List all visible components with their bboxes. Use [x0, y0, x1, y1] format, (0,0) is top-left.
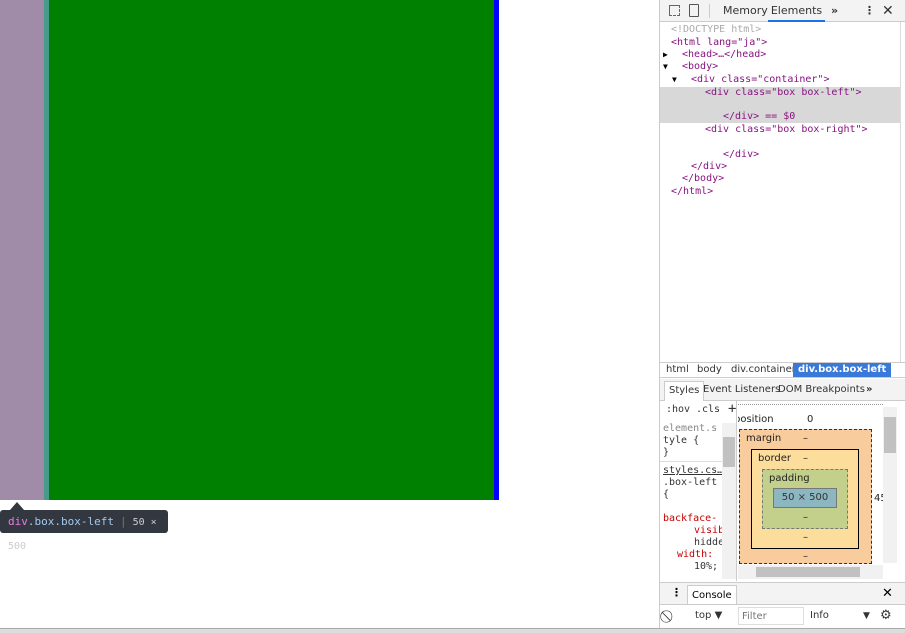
window-bottom-border: [0, 628, 905, 633]
padding-bottom: –: [803, 512, 808, 523]
box-right-border: [494, 0, 499, 500]
margin-label: margin: [746, 433, 782, 444]
dom-node[interactable]: </div> == $0: [723, 111, 905, 123]
style-property[interactable]: width:: [677, 549, 713, 560]
dom-node[interactable]: </html>: [671, 186, 905, 198]
console-drawer: ⋮ Console ✕ ⃠ top ▼ Info ▼ ⚙: [660, 582, 905, 628]
dom-node[interactable]: <div class="box box-right">: [705, 124, 905, 136]
dom-node[interactable]: <div class="container">: [691, 74, 905, 86]
style-property[interactable]: visib: [694, 525, 724, 536]
breadcrumb-box-left[interactable]: div.box.box-left: [793, 363, 892, 377]
tooltip-class: .box.box-left: [27, 515, 114, 528]
boxmodel-vscrollbar[interactable]: [883, 407, 897, 563]
dom-node[interactable]: <div class="box box-left">: [705, 87, 905, 99]
breadcrumb-body[interactable]: body: [697, 363, 722, 377]
border-bottom: –: [803, 532, 808, 543]
tab-styles[interactable]: Styles: [664, 381, 705, 401]
padding-label: padding: [769, 473, 810, 484]
page-viewport: div.box.box-left | 50 × 500: [0, 0, 659, 633]
dom-node[interactable]: </body>: [682, 173, 905, 185]
dom-node[interactable]: </div>: [691, 161, 905, 173]
dom-node[interactable]: <html lang="ja">: [671, 37, 905, 49]
style-line: tyle {: [663, 435, 700, 446]
tab-elements[interactable]: Elements: [768, 0, 825, 22]
padding-box: padding 50 × 500 –: [762, 469, 848, 529]
gear-icon[interactable]: ⚙: [880, 605, 892, 627]
style-value[interactable]: 10%;: [694, 561, 718, 572]
tab-console[interactable]: Console: [687, 585, 737, 605]
style-value[interactable]: hidde: [694, 537, 724, 548]
chevron-down-icon[interactable]: ▼: [863, 605, 870, 627]
margin-bottom: –: [803, 551, 808, 562]
context-select[interactable]: top ▼: [695, 605, 722, 627]
hov-toggle[interactable]: :hov: [666, 404, 690, 415]
devtools-panel: Memory Elements » ⋮ ✕ <!DOCTYPE html> <h…: [659, 0, 905, 633]
close-drawer-icon[interactable]: ✕: [882, 586, 893, 601]
more-subtabs-icon[interactable]: »: [866, 379, 872, 401]
border-box: border – padding 50 × 500 – –: [751, 449, 859, 549]
inspect-icon[interactable]: [669, 5, 680, 16]
tooltip-tag: div: [8, 515, 28, 528]
style-line: element.s: [663, 423, 718, 434]
styles-scrollbar[interactable]: [722, 423, 736, 579]
tab-memory[interactable]: Memory: [723, 0, 768, 22]
filter-input[interactable]: [738, 607, 804, 625]
cls-toggle[interactable]: .cls: [696, 404, 720, 415]
style-line: {: [663, 489, 670, 500]
divider: [660, 461, 722, 462]
add-rule-icon[interactable]: +: [728, 401, 736, 417]
position-label: position: [738, 414, 774, 425]
dom-tree: <!DOCTYPE html> <html lang="ja"> <head>……: [660, 24, 900, 364]
breadcrumb: html body div.container div.box.box-left: [660, 362, 905, 378]
close-icon[interactable]: ✕: [882, 0, 894, 22]
divider: [709, 4, 710, 18]
dom-node[interactable]: <!DOCTYPE html>: [671, 24, 905, 36]
devtools-toolbar: Memory Elements » ⋮ ✕: [660, 0, 905, 22]
boxmodel-hscrollbar[interactable]: [738, 565, 883, 579]
stylesheet-link[interactable]: styles.cs…: [663, 465, 723, 476]
expand-triangle-icon[interactable]: ▶: [663, 50, 668, 59]
dom-node[interactable]: <head>…</head>: [682, 49, 905, 61]
collapse-triangle-icon[interactable]: ▼: [672, 75, 677, 84]
device-toolbar-icon[interactable]: [689, 4, 699, 17]
box-left-margin: [0, 0, 44, 500]
content-box: 50 × 500: [773, 488, 837, 508]
breadcrumb-html[interactable]: html: [666, 363, 689, 377]
divider: [738, 404, 883, 405]
kebab-menu-icon[interactable]: ⋮: [864, 0, 875, 22]
style-property[interactable]: backface-: [663, 513, 717, 524]
style-line: .box-left: [663, 477, 718, 488]
more-tabs-icon[interactable]: »: [831, 0, 838, 22]
tab-dom-breakpoints[interactable]: DOM Breakpoints: [778, 379, 865, 401]
border-label: border: [758, 453, 792, 464]
position-value: 0: [807, 414, 814, 425]
border-top: –: [803, 453, 808, 464]
log-level-select[interactable]: Info: [810, 605, 829, 627]
box-model-pane: position 0 margin – border – padding 50 …: [738, 401, 905, 581]
styles-pane: :hov .cls + element.s tyle { } styles.cs…: [660, 401, 737, 581]
tab-event-listeners[interactable]: Event Listeners: [703, 379, 780, 401]
style-line: }: [663, 447, 670, 458]
margin-top: –: [803, 433, 808, 444]
drawer-menu-icon[interactable]: ⋮: [671, 586, 682, 599]
tooltip-arrow: [10, 502, 24, 510]
breadcrumb-container[interactable]: div.container: [731, 363, 796, 377]
collapse-triangle-icon[interactable]: ▼: [663, 62, 668, 71]
dom-node[interactable]: <body>: [682, 61, 905, 73]
dom-node[interactable]: </div>: [723, 149, 905, 161]
subtabs-bar: Styles Event Listeners DOM Breakpoints »: [660, 379, 905, 401]
margin-box: margin – border – padding 50 × 500 – – –: [739, 429, 872, 564]
element-tooltip: div.box.box-left | 50 × 500: [0, 510, 168, 552]
box-right: [49, 0, 494, 500]
